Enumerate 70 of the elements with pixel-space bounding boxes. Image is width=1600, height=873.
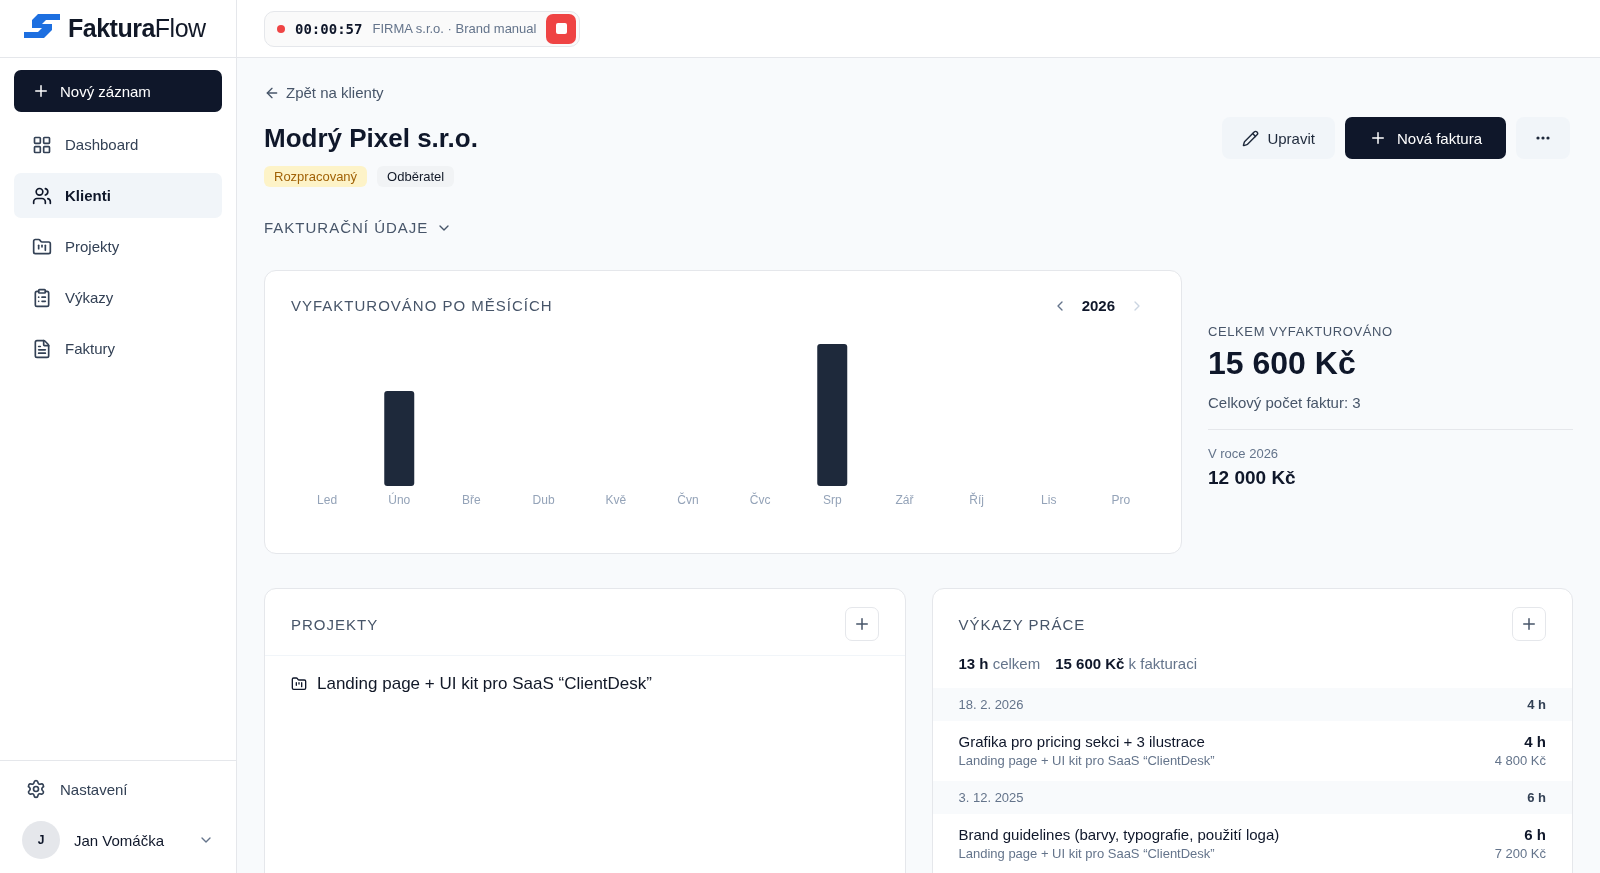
- recording-dot: [277, 24, 285, 33]
- day-total: 4 h: [1527, 697, 1546, 712]
- day-total: 6 h: [1527, 790, 1546, 805]
- settings-link[interactable]: Nastavení: [14, 771, 222, 807]
- month-label: Kvě: [605, 493, 627, 507]
- month-label: Zář: [895, 493, 914, 507]
- folder-icon: [291, 676, 307, 692]
- entry-hours: 4 h: [1524, 733, 1546, 750]
- user-avatar: J: [22, 821, 60, 859]
- entry-title: Brand guidelines (barvy, typografie, použití loga): [958, 826, 1280, 843]
- day-date: 3. 12. 2025: [958, 790, 1024, 805]
- new-entry-button[interactable]: Nový záznam: [14, 70, 222, 112]
- month-label: Dub: [532, 493, 555, 507]
- billing-section-toggle[interactable]: FAKTURAČNÍ ÚDAJE: [264, 219, 453, 236]
- card-title: PROJEKTY: [291, 615, 379, 633]
- year-amount: 12 000 Kč: [1208, 467, 1297, 489]
- total-amount: 15 600 Kč: [1208, 345, 1357, 382]
- timer-time: 00:00:57: [295, 20, 363, 37]
- stat-label: CELKEM VYFAKTUROVÁNO: [1208, 324, 1394, 339]
- timer-description: FIRMA s.r.o. · Brand manual: [372, 21, 537, 36]
- edit-button[interactable]: Upravit: [1222, 117, 1335, 159]
- entry-amount: 4 800 Kč: [1494, 753, 1546, 768]
- user-name: Jan Vomáčka: [74, 831, 166, 849]
- add-button[interactable]: [1512, 607, 1546, 641]
- brand-name: FakturaFlow: [68, 14, 206, 43]
- nav-item[interactable]: Faktury: [14, 326, 222, 371]
- entry-hours: 6 h: [1524, 826, 1546, 843]
- nav-item[interactable]: Výkazy: [14, 275, 222, 320]
- stop-button[interactable]: [546, 13, 577, 44]
- status-badge: Odběratel: [377, 166, 455, 187]
- nav-item[interactable]: Klienti: [14, 173, 222, 218]
- pencil-icon: [1242, 129, 1260, 147]
- entry-amount: 7 200 Kč: [1494, 846, 1546, 861]
- card-title: VÝKAZY PRÁCE: [958, 615, 1086, 633]
- month-label: Srp: [822, 493, 842, 507]
- year-label: 2026: [1081, 297, 1115, 314]
- users-icon: [32, 185, 52, 206]
- nav-item[interactable]: Dashboard: [14, 122, 222, 167]
- stop-icon: [555, 23, 567, 34]
- new-invoice-button[interactable]: Nová faktura: [1344, 117, 1506, 159]
- month-label: Čvc: [749, 493, 771, 507]
- month-label: Bře: [462, 493, 481, 507]
- month-label: Led: [317, 493, 338, 507]
- day-date: 18. 2. 2026: [958, 697, 1024, 712]
- clipboard-icon: [32, 287, 52, 308]
- card-title: VYFAKTUROVÁNO PO MĚSÍCÍCH: [291, 297, 553, 314]
- entry-title: Grafika pro pricing sekci + 3 ilustrace: [958, 733, 1205, 750]
- grid-icon: [32, 134, 52, 155]
- project-link[interactable]: Landing page + UI kit pro SaaS “ClientDesk”: [317, 674, 652, 694]
- month-label: Pro: [1111, 493, 1131, 507]
- folder-icon: [32, 236, 52, 257]
- nav-item[interactable]: Projekty: [14, 224, 222, 269]
- month-label: Úno: [388, 493, 411, 507]
- settings-icon: [26, 779, 46, 799]
- add-button[interactable]: [844, 607, 879, 641]
- invoice-count: Celkový počet faktur: 3: [1208, 394, 1362, 411]
- status-badge: Rozpracovaný: [264, 166, 368, 187]
- entry-project: Landing page + UI kit pro SaaS “ClientDesk”: [958, 753, 1215, 768]
- document-icon: [32, 338, 52, 359]
- entry-project: Landing page + UI kit pro SaaS “ClientDesk”: [958, 846, 1215, 861]
- month-label: Říj: [969, 493, 984, 507]
- more-icon: [1536, 136, 1550, 140]
- month-label: Lis: [1041, 493, 1057, 507]
- plus-icon: [32, 82, 50, 100]
- worklog-summary: 13 h celkem 15 600 Kč k fakturaci: [957, 655, 1198, 674]
- stat-label: V roce 2026: [1208, 446, 1280, 461]
- back-link[interactable]: Zpět na klienty: [264, 84, 384, 101]
- plus-icon: [1520, 615, 1538, 633]
- month-label: Čvn: [677, 493, 699, 507]
- client-name: Modrý Pixel s.r.o.: [264, 123, 478, 154]
